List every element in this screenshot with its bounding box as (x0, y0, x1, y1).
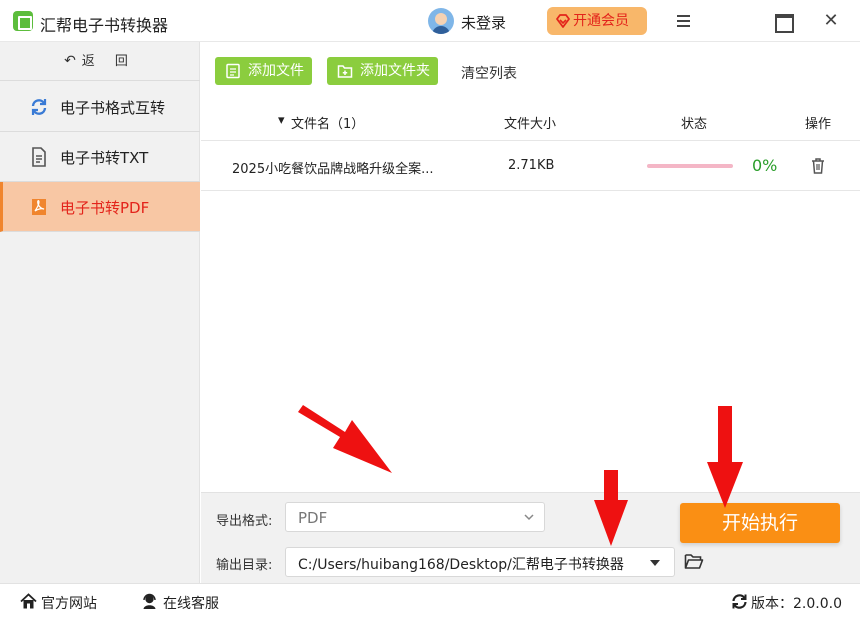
user-avatar[interactable] (428, 8, 454, 34)
progress-percent: 0% (752, 156, 778, 175)
column-header-name[interactable]: 文件名（1） (291, 113, 364, 132)
headset-icon (143, 593, 156, 609)
pdf-icon (32, 199, 46, 215)
version-label: 版本：2.0.0.0 (751, 596, 842, 612)
document-icon (32, 147, 46, 167)
menu-icon[interactable] (671, 8, 697, 34)
sidebar-item-to-txt[interactable]: 电子书转TXT (0, 132, 200, 182)
official-website-link[interactable]: 官方网站 (41, 593, 97, 613)
back-arrow-icon: ↶ (64, 53, 76, 69)
add-folder-label: 添加文件夹 (360, 63, 430, 79)
column-header-action: 操作 (805, 117, 832, 132)
table-row: 2025小吃餐饮品牌战略升级全案... 2.71KB 0% (201, 141, 860, 191)
vip-label: 开通会员 (573, 13, 629, 29)
online-support-link[interactable]: 在线客服 (163, 593, 219, 613)
output-dir-label: 输出目录: (216, 558, 273, 573)
vip-button[interactable]: 开通会员 (547, 7, 647, 35)
file-table-header: ▾ 文件名（1） 文件大小 状态 操作 (201, 100, 860, 141)
update-icon[interactable] (731, 593, 748, 610)
refresh-icon (31, 99, 47, 115)
home-icon (20, 593, 37, 609)
file-name: 2025小吃餐饮品牌战略升级全案... (232, 162, 434, 177)
diamond-icon (556, 14, 570, 28)
dropdown-caret-icon (650, 560, 660, 566)
sidebar-item-format-convert[interactable]: 电子书格式互转 (0, 82, 200, 132)
add-folder-icon (337, 65, 353, 78)
status-bar: 官方网站 在线客服 版本：2.0.0.0 (0, 583, 860, 617)
column-header-size: 文件大小 (504, 117, 557, 132)
title-bar: 汇帮电子书转换器 未登录 开通会员 ✕ (0, 0, 860, 42)
sidebar-item-label: 电子书格式互转 (60, 99, 166, 117)
back-label: 返 回 (81, 54, 136, 69)
sort-caret-icon[interactable]: ▾ (278, 113, 285, 128)
export-format-value: PDF (298, 509, 328, 527)
start-button[interactable]: 开始执行 (680, 503, 840, 543)
back-button[interactable]: ↶ 返 回 (0, 42, 200, 81)
add-file-button[interactable]: 添加文件 (215, 57, 312, 85)
export-panel: 导出格式: PDF 输出目录: C:/Users/huibang168/Desk… (201, 492, 860, 583)
maximize-icon[interactable] (770, 8, 796, 34)
progress-bar (647, 164, 733, 168)
login-status[interactable]: 未登录 (461, 12, 506, 33)
sidebar: ↶ 返 回 电子书格式互转 电子书转TXT 电子书转PDF (0, 42, 200, 583)
trash-icon[interactable] (810, 157, 826, 174)
file-size: 2.71KB (508, 158, 555, 173)
export-format-label: 导出格式: (216, 514, 273, 529)
add-file-label: 添加文件 (248, 63, 304, 79)
clear-list-button[interactable]: 清空列表 (461, 63, 517, 83)
folder-open-icon[interactable] (684, 553, 704, 570)
app-title: 汇帮电子书转换器 (40, 16, 169, 35)
export-format-select[interactable]: PDF (285, 502, 545, 532)
add-folder-button[interactable]: 添加文件夹 (327, 57, 438, 85)
output-dir-select[interactable]: C:/Users/huibang168/Desktop/汇帮电子书转换器 (285, 547, 675, 577)
app-logo-icon (13, 11, 33, 31)
close-icon[interactable]: ✕ (818, 8, 844, 34)
sidebar-item-label: 电子书转TXT (60, 149, 149, 167)
add-file-icon (226, 63, 240, 79)
chevron-down-icon (524, 514, 534, 521)
arrow-icon (298, 405, 392, 473)
output-dir-value: C:/Users/huibang168/Desktop/汇帮电子书转换器 (298, 557, 624, 573)
sidebar-item-label: 电子书转PDF (60, 199, 150, 217)
column-header-status: 状态 (681, 117, 708, 132)
sidebar-item-to-pdf[interactable]: 电子书转PDF (0, 182, 200, 232)
